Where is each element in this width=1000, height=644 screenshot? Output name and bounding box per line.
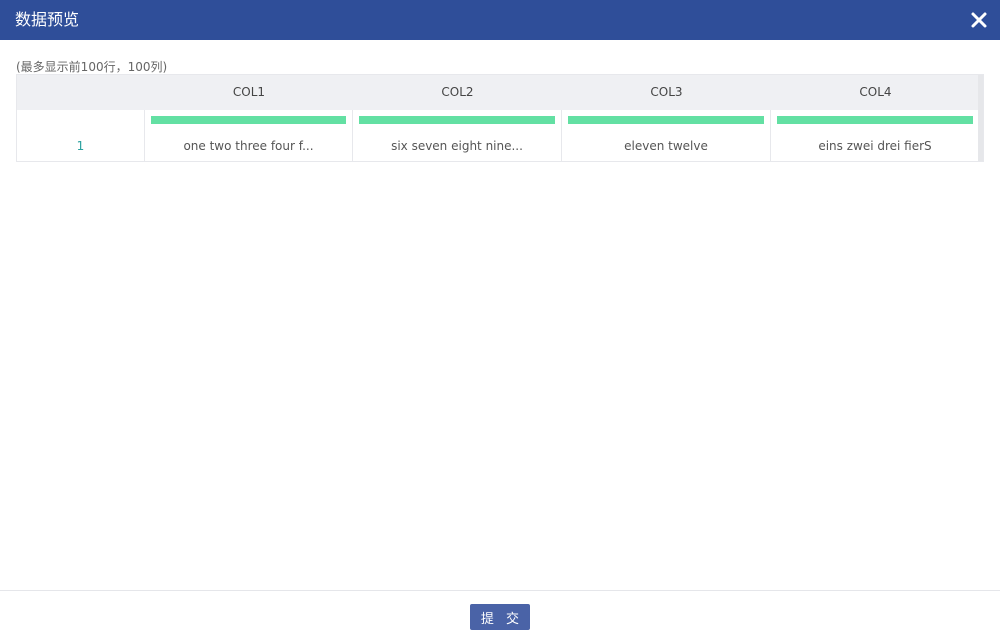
- table-header-row: COL1 COL2 COL3 COL4: [17, 75, 980, 110]
- dialog-title: 数据预览: [15, 10, 80, 29]
- table-row: 1 one two three four f... six seven eigh…: [17, 131, 980, 161]
- completeness-bar: [151, 116, 346, 124]
- completeness-bar: [777, 116, 973, 124]
- table-cell: eins zwei drei fierS: [771, 131, 980, 161]
- completeness-bar: [568, 116, 764, 124]
- table-cell: six seven eight nine...: [353, 131, 562, 161]
- data-preview-table: COL1 COL2 COL3 COL4 1 one two three four…: [16, 74, 984, 162]
- header-cell-col2: COL2: [441, 85, 474, 99]
- header-cell-col1: COL1: [232, 85, 266, 99]
- header-cell-col4: COL4: [859, 85, 892, 99]
- quality-cell-col1: [145, 110, 353, 131]
- dialog-title-bar: 数据预览: [0, 0, 1000, 40]
- dialog-footer: 提 交: [0, 590, 1000, 644]
- preview-limit-note: (最多显示前100行，100列): [16, 60, 168, 74]
- header-cell-col3: COL3: [650, 85, 683, 99]
- quality-cell-index: [17, 110, 145, 131]
- quality-cell-col3: [562, 110, 771, 131]
- quality-cell-col4: [771, 110, 980, 131]
- table-scrollbar[interactable]: [978, 75, 983, 161]
- column-quality-row: [17, 110, 980, 132]
- completeness-bar: [359, 116, 555, 124]
- quality-cell-col2: [353, 110, 562, 131]
- row-index: 1: [17, 131, 145, 161]
- table-cell: eleven twelve: [562, 131, 771, 161]
- header-cell-index: [17, 75, 145, 110]
- close-icon[interactable]: [968, 9, 990, 31]
- table-cell: one two three four f...: [145, 131, 353, 161]
- submit-button[interactable]: 提 交: [470, 604, 530, 630]
